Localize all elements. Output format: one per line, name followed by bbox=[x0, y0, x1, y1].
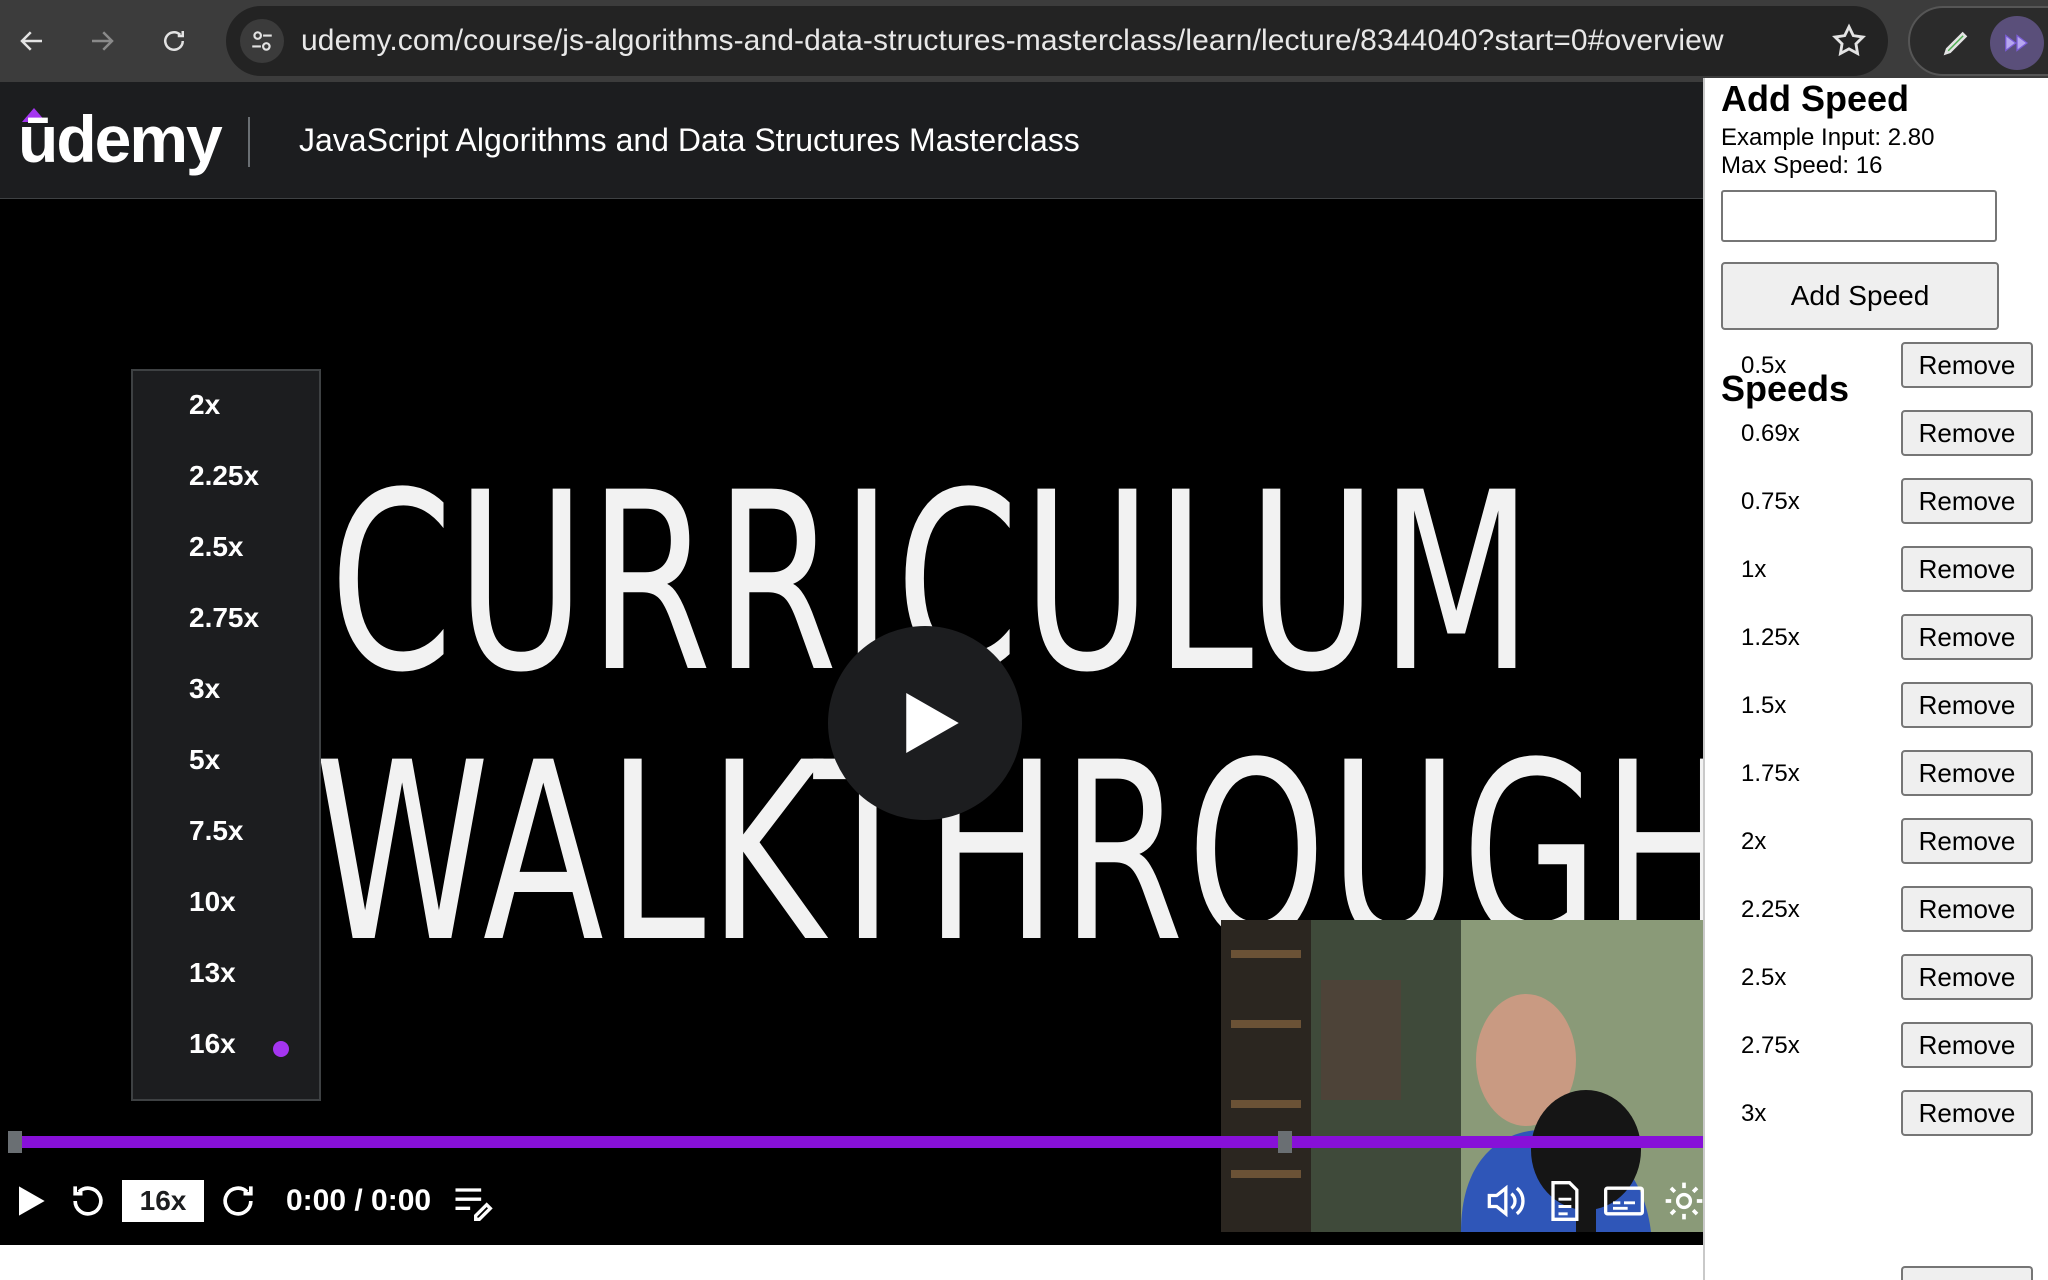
speed-option[interactable]: 7.5x bbox=[189, 815, 244, 847]
page-below-player bbox=[0, 1245, 1703, 1280]
forward-5-icon[interactable] bbox=[216, 1179, 260, 1223]
forward-button[interactable] bbox=[80, 19, 124, 63]
speed-list-item: 2.25x bbox=[1741, 896, 1800, 923]
time-display: 0:00 / 0:00 bbox=[286, 1184, 432, 1217]
back-button[interactable] bbox=[10, 19, 54, 63]
speed-list-item: 2.5x bbox=[1741, 964, 1787, 991]
remove-speed-button[interactable]: Remove bbox=[1901, 478, 2033, 524]
progress-handle-start[interactable] bbox=[8, 1131, 22, 1153]
url-text[interactable]: udemy.com/course/js-algorithms-and-data-… bbox=[301, 6, 1724, 76]
speed-list-item: 0.69x bbox=[1741, 420, 1800, 447]
add-speed-button[interactable]: Add Speed bbox=[1721, 262, 1999, 330]
popup-title: Add Speed bbox=[1721, 78, 1910, 119]
arrow-left-icon bbox=[20, 31, 42, 51]
remove-speed-button[interactable]: Remove bbox=[1901, 342, 2033, 388]
speed-list-item: 0.5x bbox=[1741, 352, 1787, 379]
video-player[interactable]: CURRICULUM WALKTHROUGH 2x 2.25x 2.5x 2.75x 3… bbox=[0, 199, 1703, 1245]
browser-toolbar: udemy.com/course/js-algorithms-and-data-… bbox=[0, 0, 2048, 82]
remove-speed-button[interactable]: Remove bbox=[1901, 1090, 2033, 1136]
remove-speed-button[interactable]: Remove bbox=[1901, 954, 2033, 1000]
star-icon[interactable] bbox=[1830, 22, 1868, 60]
remove-speed-button[interactable]: Remove bbox=[1901, 1022, 2033, 1068]
remove-speed-button[interactable]: Remove bbox=[1901, 614, 2033, 660]
reload-icon bbox=[164, 31, 184, 51]
speed-list-item: 0.75x bbox=[1741, 488, 1800, 515]
max-speed-hint: Max Speed: 16 bbox=[1721, 152, 1883, 179]
speed-list-item: 1.25x bbox=[1741, 624, 1800, 651]
course-title[interactable]: JavaScript Algorithms and Data Structure… bbox=[299, 82, 1080, 199]
header-divider bbox=[248, 117, 250, 167]
rewind-5-icon[interactable] bbox=[66, 1179, 110, 1223]
selected-speed-indicator bbox=[273, 1041, 289, 1057]
speed-option[interactable]: 3x bbox=[189, 673, 220, 705]
speed-list-item: 1.5x bbox=[1741, 692, 1787, 719]
speed-option[interactable]: 2.75x bbox=[189, 602, 259, 634]
address-bar[interactable]: udemy.com/course/js-algorithms-and-data-… bbox=[226, 6, 1888, 76]
video-controls: 16x 0:00 / 0:00 bbox=[0, 1159, 1703, 1245]
speed-option[interactable]: 2x bbox=[189, 389, 220, 421]
speed-extension-popup: Add Speed Example Input: 2.80 Max Speed:… bbox=[1703, 78, 2048, 1280]
arrow-right-icon bbox=[92, 31, 114, 51]
remove-speed-button[interactable]: Remove bbox=[1901, 546, 2033, 592]
remove-speed-button[interactable]: Remove bbox=[1901, 410, 2033, 456]
remove-speed-button[interactable]: Remove bbox=[1901, 750, 2033, 796]
remove-speed-button[interactable]: Remove bbox=[1901, 818, 2033, 864]
reload-button[interactable] bbox=[152, 19, 196, 63]
playback-rate-button[interactable]: 16x bbox=[122, 1180, 204, 1222]
remove-speed-button-partial[interactable] bbox=[1901, 1266, 2033, 1280]
extensions-area bbox=[1908, 6, 2048, 76]
pen-icon[interactable] bbox=[1940, 25, 1974, 59]
fast-forward-icon bbox=[2005, 34, 2029, 52]
tune-icon bbox=[252, 31, 272, 51]
speed-option[interactable]: 10x bbox=[189, 886, 236, 918]
play-icon[interactable] bbox=[8, 1179, 52, 1223]
speed-option[interactable]: 5x bbox=[189, 744, 220, 776]
speed-list-item: 1x bbox=[1741, 556, 1767, 583]
speed-list-item: 2x bbox=[1741, 828, 1767, 855]
volume-icon[interactable] bbox=[1482, 1179, 1526, 1223]
speed-option[interactable]: 16x bbox=[189, 1028, 236, 1060]
transcript-icon[interactable] bbox=[1542, 1179, 1586, 1223]
example-input-hint: Example Input: 2.80 bbox=[1721, 124, 1935, 151]
gear-icon[interactable] bbox=[1662, 1179, 1703, 1223]
progress-bar[interactable] bbox=[10, 1136, 1703, 1148]
big-play-button[interactable] bbox=[828, 626, 1022, 820]
remove-speed-button[interactable]: Remove bbox=[1901, 886, 2033, 932]
remove-speed-button[interactable]: Remove bbox=[1901, 682, 2033, 728]
site-info-button[interactable] bbox=[240, 19, 284, 63]
notes-icon[interactable] bbox=[450, 1179, 494, 1223]
speed-menu: 2x 2.25x 2.5x 2.75x 3x 5x 7.5x 10x 13x 16x bbox=[131, 369, 321, 1101]
speed-list-item: 3x bbox=[1741, 1100, 1767, 1127]
speed-option[interactable]: 13x bbox=[189, 957, 236, 989]
play-icon bbox=[906, 693, 959, 753]
progress-handle[interactable] bbox=[1278, 1131, 1292, 1153]
speed-extension-button[interactable] bbox=[1990, 16, 2044, 70]
speed-option[interactable]: 2.5x bbox=[189, 531, 244, 563]
speed-input[interactable] bbox=[1721, 190, 1997, 242]
udemy-logo[interactable]: ūdemy bbox=[18, 104, 223, 174]
speed-list-item: 1.75x bbox=[1741, 760, 1800, 787]
captions-icon[interactable] bbox=[1602, 1179, 1646, 1223]
speed-option[interactable]: 2.25x bbox=[189, 460, 259, 492]
speed-list-item: 2.75x bbox=[1741, 1032, 1800, 1059]
